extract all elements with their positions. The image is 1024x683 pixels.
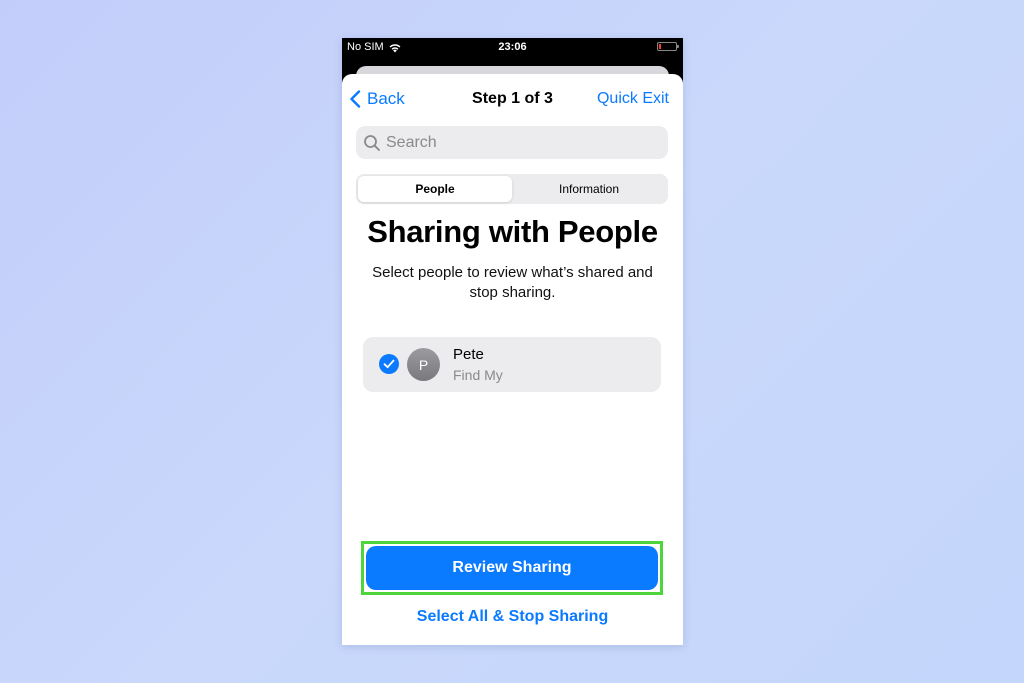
checkmark-icon[interactable] xyxy=(379,354,399,374)
quick-exit-button[interactable]: Quick Exit xyxy=(597,90,669,108)
check-glyph-icon xyxy=(383,359,395,369)
search-input[interactable] xyxy=(386,133,646,152)
status-time: 23:06 xyxy=(498,41,527,53)
navigation-bar: Back Step 1 of 3 Quick Exit xyxy=(342,88,683,112)
battery-low-icon xyxy=(657,42,679,51)
search-bar[interactable] xyxy=(356,126,668,159)
phone-screen: No SIM 23:06 Back Step 1 of 3 Quick Exit xyxy=(342,38,683,645)
select-all-stop-sharing-button[interactable]: Select All & Stop Sharing xyxy=(342,608,683,626)
review-sharing-button[interactable]: Review Sharing xyxy=(366,546,658,590)
search-icon xyxy=(364,134,380,151)
segment-people[interactable]: People xyxy=(358,176,512,202)
battery-level-fill xyxy=(659,44,661,49)
person-name: Pete xyxy=(453,346,484,363)
safety-check-sheet: Back Step 1 of 3 Quick Exit People Infor… xyxy=(342,74,683,645)
section-heading: Sharing with People xyxy=(367,214,658,249)
segment-information[interactable]: Information xyxy=(512,176,666,202)
segmented-control: People Information xyxy=(356,174,668,204)
avatar: P xyxy=(407,348,440,381)
section-description: Select people to review what’s shared an… xyxy=(372,264,653,301)
status-bar: No SIM 23:06 xyxy=(342,38,683,58)
person-sharing-source: Find My xyxy=(453,367,503,383)
person-row[interactable]: P Pete Find My xyxy=(363,337,661,392)
